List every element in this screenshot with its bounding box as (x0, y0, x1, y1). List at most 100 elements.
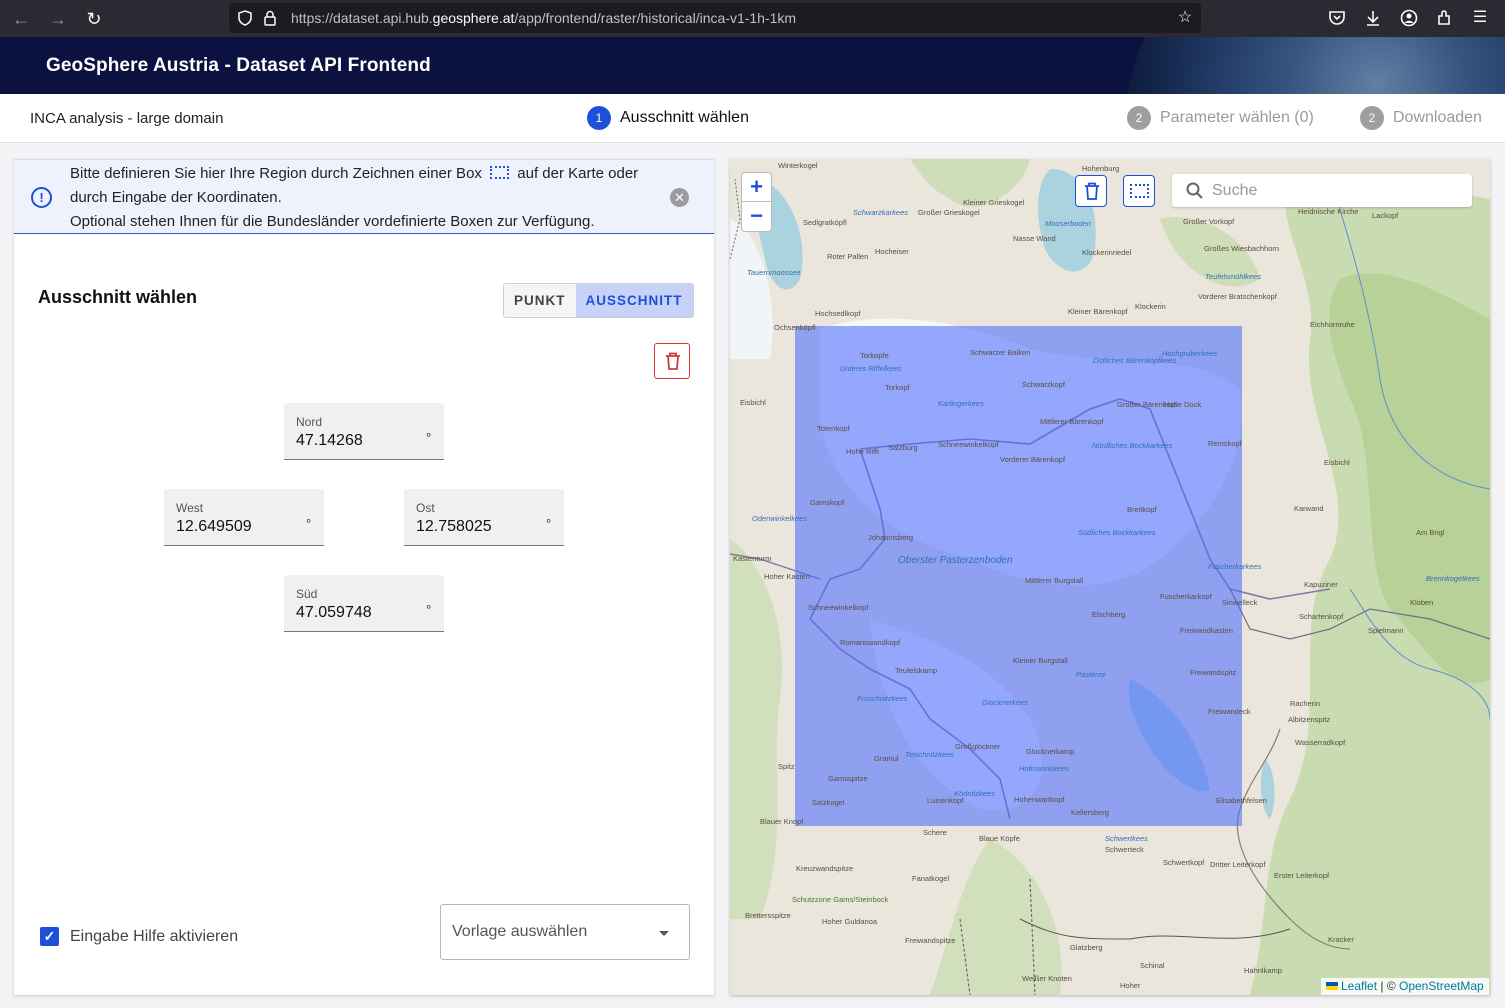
zoom-out-button[interactable]: − (741, 202, 772, 232)
address-bar[interactable]: https://dataset.api.hub.geosphere.at/app… (229, 3, 1201, 33)
selection-panel: ! Bitte definieren Sie hier Ihre Region … (14, 159, 714, 995)
map-label: Vorderer Bärenkopf (1000, 455, 1066, 464)
step-number: 2 (1360, 106, 1384, 130)
map-label: Totenkopf (817, 424, 850, 433)
map-label: Schwertkopf (1163, 858, 1205, 867)
west-value[interactable]: 12.649509 (176, 518, 252, 536)
help-checkbox[interactable]: ✓ (40, 927, 59, 946)
south-value[interactable]: 47.059748 (296, 604, 372, 622)
mode-toggle: PUNKT AUSSCHNITT (503, 283, 694, 318)
step-label: Downloaden (1393, 109, 1482, 126)
help-toggle[interactable]: ✓ Eingabe Hilfe aktivieren (40, 927, 238, 946)
browser-toolbar: ← → ↻ https://dataset.api.hub.geosphere.… (0, 0, 1505, 37)
map-label: Sinwelleck (1222, 598, 1258, 607)
map-label: Hoher Kasten (764, 572, 810, 581)
osm-link[interactable]: OpenStreetMap (1399, 979, 1484, 993)
map-label: Mittlerer Bärenkopf (1040, 417, 1104, 426)
west-label: West (176, 501, 204, 515)
step-select-parameters[interactable]: 2 Parameter wählen (0) (1127, 106, 1314, 130)
stepper: INCA analysis - large domain 1 Ausschnit… (0, 94, 1505, 143)
template-select[interactable]: Vorlage auswählen (440, 904, 690, 960)
download-icon[interactable] (1363, 8, 1383, 28)
map-label: Teufelsmühlkees (1205, 272, 1262, 281)
west-field[interactable]: West 12.649509 ° (164, 489, 324, 546)
close-alert-button[interactable]: ✕ (670, 188, 689, 207)
south-field[interactable]: Süd 47.059748 ° (284, 575, 444, 632)
map-label: Kellersberg (1071, 808, 1109, 817)
menu-icon[interactable]: ☰ (1470, 8, 1490, 28)
app-header: GeoSphere Austria - Dataset API Frontend (0, 37, 1505, 94)
box-mode-button[interactable]: AUSSCHNITT (575, 284, 693, 317)
map-label: Hoher Guldanoa (822, 917, 878, 926)
info-line-2: durch Eingabe der Koordinaten. (70, 189, 282, 206)
map-label: Elisabethfelsen (1216, 796, 1267, 805)
search-icon (1186, 182, 1203, 199)
map-label: Kloben (1410, 598, 1434, 607)
map-search-input[interactable]: Suche (1172, 174, 1472, 207)
map-delete-button[interactable] (1075, 175, 1107, 207)
map-label: Schwarzkarkees (853, 208, 909, 217)
info-icon: ! (31, 187, 52, 208)
map-label: Östliches Bärenkopfkees (1093, 356, 1176, 365)
shield-icon (238, 10, 252, 26)
back-icon[interactable]: ← (10, 8, 32, 30)
map-label: Großglockner (955, 742, 1001, 751)
map-label: Kapuziner (1304, 580, 1338, 589)
map-label: Heidnische Kirche (1298, 207, 1359, 216)
north-field[interactable]: Nord 47.14268 ° (284, 403, 444, 460)
map-label: Winterkogel (778, 161, 818, 170)
bookmark-star-icon[interactable]: ☆ (1175, 8, 1195, 28)
help-label: Eingabe Hilfe aktivieren (70, 927, 239, 945)
map-label: Karwand (1294, 504, 1324, 513)
attribution-separator: | © (1377, 979, 1399, 993)
map-label: Kastenturm (733, 554, 772, 563)
east-field[interactable]: Ost 12.758025 ° (404, 489, 564, 546)
map-label: Romariswandkopf (840, 638, 901, 647)
map-label: Schere (923, 828, 947, 837)
east-value[interactable]: 12.758025 (416, 518, 492, 536)
north-value[interactable]: 47.14268 (296, 432, 363, 450)
pocket-icon[interactable] (1327, 8, 1347, 28)
map-label: Hochgruberkees (1162, 349, 1218, 358)
extensions-icon[interactable] (1435, 8, 1455, 28)
map-label: Fuscherkarkees (1208, 562, 1262, 571)
south-label: Süd (296, 587, 318, 601)
zoom-in-button[interactable]: + (741, 172, 772, 202)
map-label: Blauer Knopf (760, 817, 804, 826)
map-label: Fruschnitzkees (857, 694, 908, 703)
dataset-name: INCA analysis - large domain (30, 110, 224, 127)
degree-unit: ° (426, 602, 432, 617)
map-label: Blaue Köpfe (979, 834, 1020, 843)
map-label: Kleiner Bärenkopf (1068, 307, 1128, 316)
leaflet-link[interactable]: Leaflet (1341, 979, 1377, 993)
map-label: Klockerinriedel (1082, 248, 1132, 257)
north-label: Nord (296, 415, 323, 429)
map-label: Remskopf (1208, 439, 1242, 448)
map-label: Salzkogel (812, 798, 845, 807)
step-number: 2 (1127, 106, 1151, 130)
map-label: Hocheiser (875, 247, 909, 256)
map-label: Gamskopf (810, 498, 845, 507)
step-select-area[interactable]: 1 Ausschnitt wählen (587, 106, 749, 130)
step-number: 1 (587, 106, 611, 130)
map-label: Oberster Pasterzenboden (898, 555, 1013, 566)
map-label: Tauernmoossee (747, 268, 801, 277)
map-label: Teischnitzkees (905, 750, 954, 759)
map-label: Hofmannskees (1019, 764, 1070, 773)
step-download[interactable]: 2 Downloaden (1360, 106, 1482, 130)
map-label: Hoher (1120, 981, 1141, 990)
map-label: Luisenkopf (927, 796, 964, 805)
forward-icon[interactable]: → (47, 8, 69, 30)
map[interactable]: Winterkogel Schwarzkarkees Großer Griesk… (730, 159, 1490, 995)
point-mode-button[interactable]: PUNKT (504, 284, 576, 317)
reload-icon[interactable]: ↻ (83, 8, 105, 30)
map-label: Großer Grieskogel (918, 208, 980, 217)
map-label: Hochsedlkopf (815, 309, 861, 318)
lock-icon (264, 10, 276, 26)
map-label: Freiwandeck (1208, 707, 1251, 716)
map-label: Kleiner Grieskogel (963, 198, 1025, 207)
account-icon[interactable] (1399, 8, 1419, 28)
delete-selection-button[interactable] (654, 343, 690, 379)
draw-box-button[interactable] (1123, 175, 1155, 207)
map-label: Schwerteck (1105, 845, 1144, 854)
